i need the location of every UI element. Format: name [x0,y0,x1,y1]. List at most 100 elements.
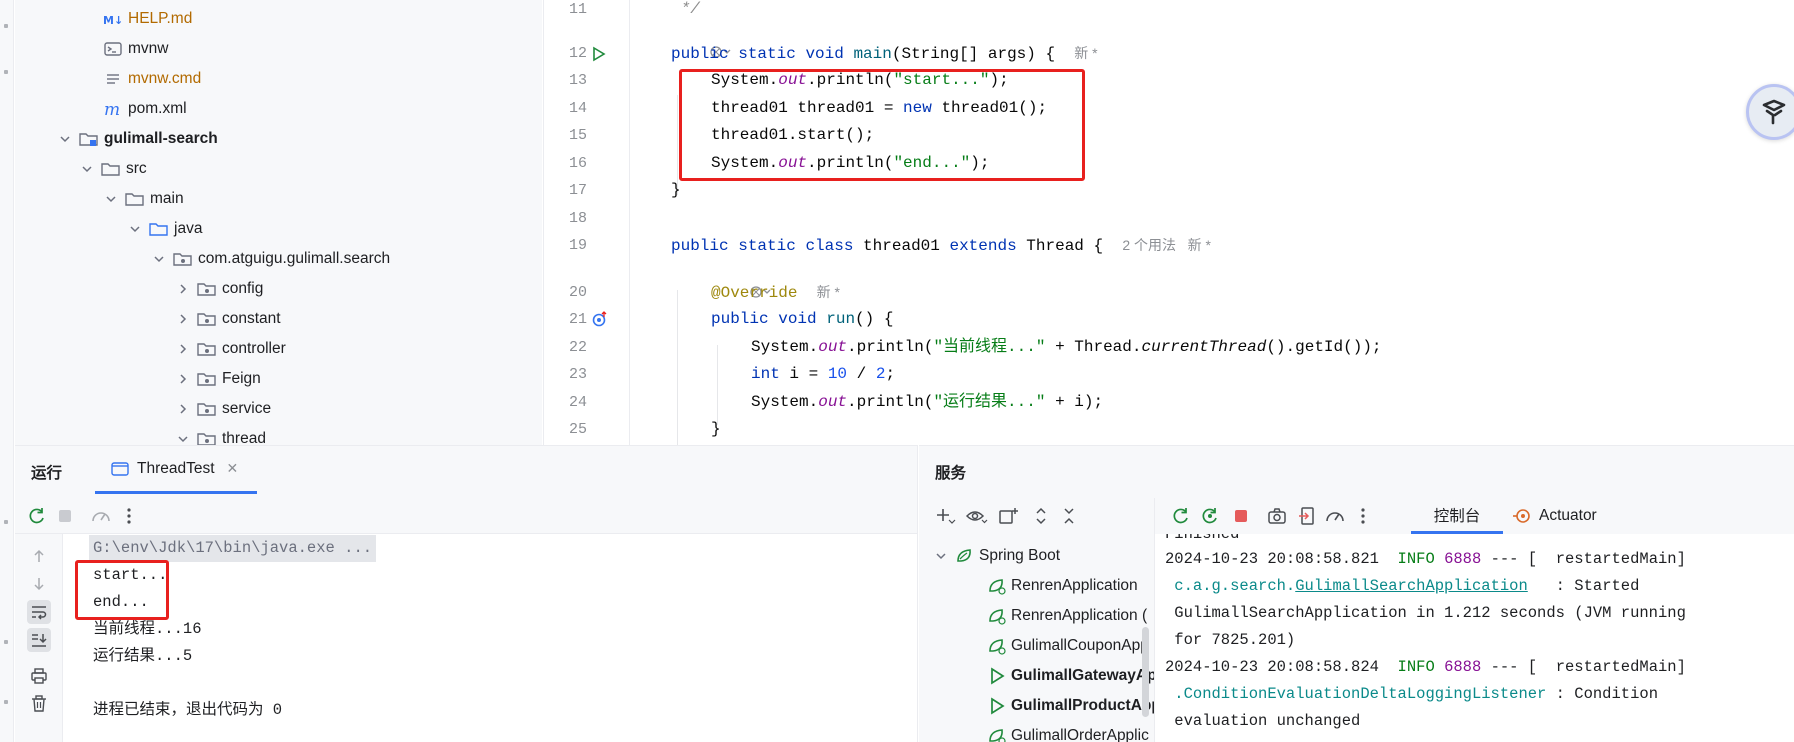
tree-item-package-root[interactable]: com.atguigu.gulimall.search [151,244,390,274]
source-folder-icon [149,220,169,238]
folder-icon [101,160,121,178]
chevron-right-icon[interactable] [175,401,191,417]
scroll-to-end-icon[interactable] [27,628,51,652]
tab-actuator[interactable]: Actuator [1513,498,1597,534]
print-icon[interactable] [27,664,51,688]
camera-icon[interactable] [1265,504,1289,528]
collapse-all-icon[interactable] [1057,504,1081,528]
maven-icon: m [103,100,123,118]
service-console-output[interactable]: Finished 2024-10-23 20:08:58.821 INFO 68… [1155,534,1794,742]
tree-item-pom-xml[interactable]: m pom.xml [103,94,187,124]
stop-icon[interactable] [53,504,77,528]
project-tree[interactable]: M↓ HELP.md mvnw mvnw.cmd m pom.xml gulim… [15,0,542,445]
more-options-icon[interactable] [1351,504,1375,528]
chevron-down-icon[interactable] [151,251,167,267]
tree-item-config[interactable]: config [175,274,263,304]
services-tree-scrollbar[interactable] [1142,627,1149,717]
svc-tree-gulimall-gateway[interactable]: GulimallGatewayAp [987,661,1154,691]
module-folder-icon [79,130,99,148]
chevron-right-icon[interactable] [175,371,191,387]
tree-item-java[interactable]: java [127,214,202,244]
tree-item-mvnw-cmd[interactable]: mvnw.cmd [103,64,201,94]
console-window-icon [111,461,129,476]
strip-mark [4,700,8,704]
ai-assistant-icon[interactable] [1746,84,1794,140]
trash-icon[interactable] [27,692,51,716]
actuator-icon [1513,507,1531,525]
chevron-down-icon[interactable] [79,161,95,177]
strip-mark [4,70,8,74]
tab-console[interactable]: 控制台 [1411,498,1503,534]
chevron-down-icon[interactable] [57,131,73,147]
expand-all-icon[interactable] [1029,504,1053,528]
code-line-19: public static class thread01 extends Thr… [671,237,1211,255]
svc-tree-gulimall-order[interactable]: GulimallOrderApplic [987,721,1149,742]
profiler-icon[interactable] [89,504,113,528]
tree-item-feign[interactable]: Feign [175,364,261,394]
chevron-right-icon[interactable] [175,311,191,327]
folder-icon [125,190,145,208]
left-tool-strip [0,0,14,742]
spring-app-icon [987,576,1007,596]
package-icon [197,280,217,298]
tree-item-src[interactable]: src [79,154,147,184]
line-number: 16 [568,155,587,172]
tree-item-main[interactable]: main [103,184,184,214]
log-line: .ConditionEvaluationDeltaLoggingListener… [1165,685,1658,703]
svc-tree-spring-boot[interactable]: Spring Boot [933,541,1060,571]
line-number: 18 [568,210,587,227]
line-number: 11 [568,1,587,18]
attach-icon[interactable] [1295,504,1319,528]
chevron-down-icon[interactable] [933,546,949,566]
line-number: 15 [568,127,587,144]
svc-tree-gulimall-coupon[interactable]: GulimallCouponApp [987,631,1149,661]
svc-tree-renren-application[interactable]: RenrenApplication [987,571,1138,601]
soft-wrap-icon[interactable] [27,600,51,624]
close-icon[interactable]: ✕ [227,460,239,477]
code-editor[interactable]: 11 12 13 14 15 16 17 18 19 20 21 22 23 2… [543,0,1794,445]
tree-item-controller[interactable]: controller [175,334,286,364]
more-options-icon[interactable] [117,504,141,528]
tree-item-gulimall-search[interactable]: gulimall-search [57,124,218,154]
class-link: GulimallSearchApplication [1295,577,1528,595]
spring-app-icon [987,636,1007,656]
add-service-icon[interactable] [933,504,957,528]
chevron-down-icon[interactable] [175,431,191,445]
tab-threadtest[interactable]: ThreadTest ✕ [95,446,257,494]
rerun-icon[interactable] [25,504,49,528]
chevron-right-icon[interactable] [175,341,191,357]
rerun-icon[interactable] [1169,504,1193,528]
svc-tree-renren-application-2[interactable]: RenrenApplication ( [987,601,1147,631]
tree-item-mvnw[interactable]: mvnw [103,34,168,64]
service-console-toolbar: 控制台 Actuator [1155,498,1794,534]
stop-icon[interactable] [1229,504,1253,528]
scroll-up-icon[interactable] [27,544,51,568]
chevron-down-icon[interactable] [127,221,143,237]
chevron-down-icon[interactable] [103,191,119,207]
eye-icon[interactable] [965,504,989,528]
console-line-result: 运行结果...5 [93,647,193,665]
strip-mark [4,640,8,644]
code-lens-icon[interactable] [671,16,733,58]
line-number: 24 [568,394,587,411]
restart-icon[interactable] [1199,504,1223,528]
svc-tree-gulimall-product[interactable]: GulimallProductApp [987,691,1154,721]
log-line: 2024-10-23 20:08:58.821 INFO 6888 --- [ … [1165,550,1686,568]
chevron-right-icon[interactable] [175,281,191,297]
line-number: 21 [568,311,587,328]
run-gutter-icon[interactable] [592,46,606,67]
services-tree[interactable]: Spring Boot RenrenApplication RenrenAppl… [919,534,1155,742]
tree-item-thread[interactable]: thread [175,424,266,445]
package-icon [197,430,217,445]
line-number: 12 [568,45,587,62]
scroll-down-icon[interactable] [27,572,51,596]
package-icon [197,370,217,388]
override-gutter-icon[interactable] [592,311,610,332]
highlight-box [75,560,169,620]
profiler-icon[interactable] [1323,504,1347,528]
run-console-output[interactable]: G:\env\Jdk\17\bin\java.exe ... start... … [63,534,917,742]
tree-item-constant[interactable]: constant [175,304,281,334]
new-group-icon[interactable] [997,504,1021,528]
tree-item-help-md[interactable]: M↓ HELP.md [103,4,192,34]
tree-item-service[interactable]: service [175,394,271,424]
